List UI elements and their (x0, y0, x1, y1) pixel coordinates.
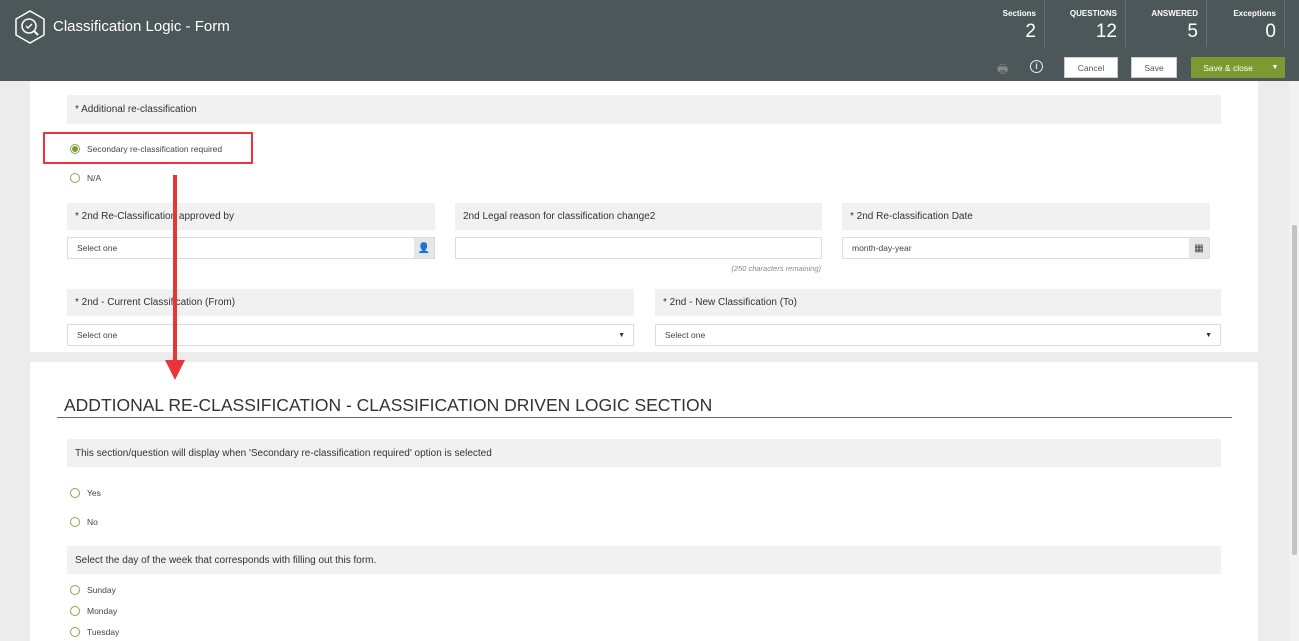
stat-exceptions: Exceptions 0 (1207, 0, 1285, 47)
stat-answered: ANSWERED 5 (1126, 0, 1207, 47)
new-classification-select[interactable]: Select one ▼ (655, 324, 1221, 346)
label-legal-reason: 2nd Legal reason for classification chan… (455, 203, 822, 230)
annotation-arrow (165, 175, 185, 380)
caret-down-icon: ▼ (1205, 331, 1212, 339)
section-divider (57, 417, 1232, 418)
info-icon[interactable]: i (1030, 60, 1043, 73)
radio-no[interactable]: No (70, 517, 98, 527)
form-title: Classification Logic - Form (53, 18, 230, 35)
cancel-button[interactable]: Cancel (1064, 57, 1118, 78)
legal-reason-input[interactable] (455, 237, 822, 259)
radio-na[interactable]: N/A (70, 173, 101, 183)
scrollbar-thumb[interactable] (1292, 225, 1297, 555)
radio-monday[interactable]: Monday (70, 606, 117, 616)
save-close-button[interactable]: Save & close (1191, 57, 1265, 78)
save-options-dropdown[interactable]: ▼ (1265, 57, 1285, 78)
date-input[interactable]: month-day-year ▦ (842, 237, 1210, 259)
calendar-icon[interactable]: ▦ (1189, 238, 1209, 258)
stat-sections: Sections 2 (990, 0, 1045, 47)
question-additional-reclassification: * Additional re-classification (67, 95, 1221, 124)
label-current-classification: * 2nd - Current Classification (From) (67, 289, 634, 316)
radio-sunday[interactable]: Sunday (70, 585, 116, 595)
label-new-classification: * 2nd - New Classification (To) (655, 289, 1221, 316)
current-classification-select[interactable]: Select one ▼ (67, 324, 634, 346)
question-conditional-display: This section/question will display when … (67, 439, 1221, 467)
app-logo-icon (15, 10, 45, 44)
caret-down-icon: ▼ (1271, 64, 1279, 71)
section-title: ADDTIONAL RE-CLASSIFICATION - CLASSIFICA… (64, 395, 713, 415)
question-day-of-week: Select the day of the week that correspo… (67, 546, 1221, 574)
radio-tuesday[interactable]: Tuesday (70, 627, 119, 637)
highlight-box (43, 132, 253, 164)
radio-yes[interactable]: Yes (70, 488, 101, 498)
save-button[interactable]: Save (1131, 57, 1177, 78)
label-reclassification-date: * 2nd Re-classification Date (842, 203, 1210, 230)
characters-remaining: (250 characters remaining) (731, 264, 821, 273)
approved-by-select[interactable]: Select one 👤 (67, 237, 435, 259)
caret-down-icon: ▼ (618, 331, 625, 339)
user-icon[interactable]: 👤 (414, 238, 434, 258)
app-header: Classification Logic - Form Sections 2 QU… (0, 0, 1299, 81)
stat-questions: QUESTIONS 12 (1045, 0, 1126, 47)
label-approved-by: * 2nd Re-Classification approved by (67, 203, 435, 230)
print-icon[interactable]: 🖶 (997, 60, 1008, 81)
